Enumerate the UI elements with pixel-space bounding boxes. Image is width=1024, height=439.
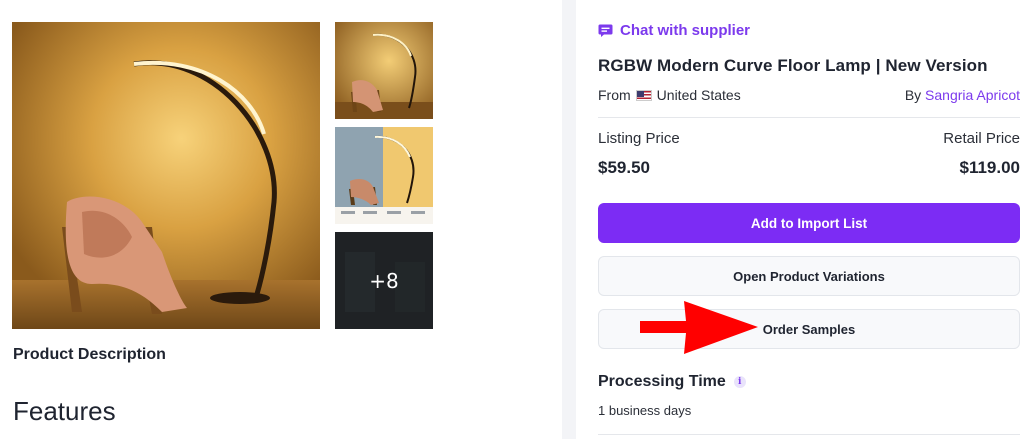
processing-time-label: Processing Time: [598, 373, 726, 390]
column-divider: [562, 0, 576, 439]
supplier-name-link[interactable]: Sangria Apricot: [925, 87, 1020, 103]
lamp-color-modes-thumbnail: [335, 127, 433, 224]
open-product-variations-button[interactable]: Open Product Variations: [598, 256, 1020, 296]
product-origin: From United States: [598, 87, 741, 103]
supplier-info: By Sangria Apricot: [905, 87, 1020, 103]
chat-bubble-icon: [598, 24, 613, 37]
divider-line: [598, 434, 1020, 435]
us-flag-icon: [635, 89, 652, 101]
product-title: RGBW Modern Curve Floor Lamp | New Versi…: [598, 56, 988, 75]
origin-country: United States: [656, 87, 741, 103]
more-images-count[interactable]: +8: [335, 232, 433, 329]
divider-line: [598, 117, 1020, 118]
lamp-thumbnail-image: [335, 22, 433, 119]
thumbnail-1[interactable]: [335, 22, 433, 119]
supplier-prefix: By: [904, 87, 922, 103]
listing-price-value: $59.50: [598, 158, 650, 177]
chat-with-supplier-label: Chat with supplier: [620, 22, 751, 39]
thumbnail-2[interactable]: [335, 127, 433, 224]
info-icon[interactable]: i: [733, 376, 746, 388]
features-heading: Features: [13, 396, 116, 426]
main-product-image[interactable]: [12, 22, 320, 329]
listing-price-label: Listing Price: [598, 130, 680, 147]
processing-time-title: Processing Time i: [598, 373, 746, 391]
origin-prefix: From: [598, 87, 631, 103]
order-samples-button[interactable]: Order Samples: [598, 309, 1020, 349]
retail-price-label: Retail Price: [943, 130, 1020, 147]
retail-price-value: $119.00: [959, 158, 1020, 177]
floor-lamp-photo: [12, 22, 320, 329]
add-to-import-list-button[interactable]: Add to Import List: [598, 203, 1020, 243]
chat-with-supplier-link[interactable]: Chat with supplier: [598, 22, 750, 39]
processing-time-value: 1 business days: [598, 403, 692, 418]
product-page: +8 Product Description Features Chat wit…: [0, 0, 1024, 439]
product-description-title: Product Description: [13, 346, 166, 363]
thumbnail-more[interactable]: +8: [335, 232, 433, 329]
